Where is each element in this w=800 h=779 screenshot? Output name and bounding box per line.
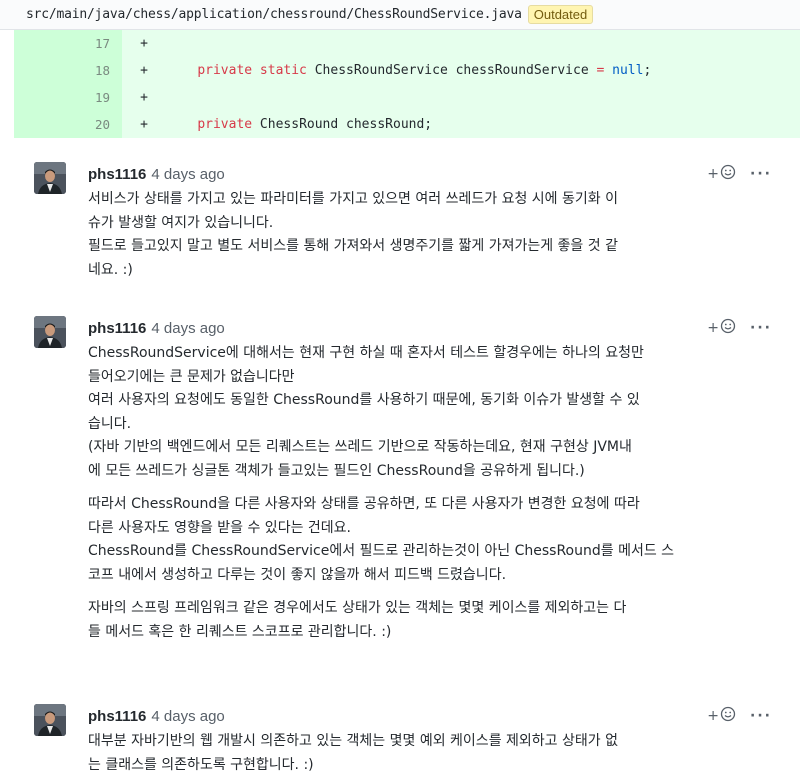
timestamp-link[interactable]: 4 days ago xyxy=(151,708,224,725)
added-marker: + xyxy=(140,63,148,78)
author-link[interactable]: phs1116 xyxy=(88,320,146,337)
added-marker: + xyxy=(140,117,148,132)
comment-body: 대부분 자바기반의 웹 개발시 의존하고 있는 객체는 몇몇 예외 케이스를 제… xyxy=(88,730,778,777)
code-token: null xyxy=(612,63,644,78)
diff-line: 20 + private ChessRound chessRound; xyxy=(14,111,800,138)
comment-actions: + ··· xyxy=(707,162,772,186)
more-options-button[interactable]: ··· xyxy=(750,166,772,182)
comment-body: ChessRoundService에 대해서는 현재 구현 하실 때 혼자서 테… xyxy=(88,342,778,644)
comment-header: phs1116 4 days ago xyxy=(88,704,225,728)
outdated-badge: Outdated xyxy=(527,5,594,24)
add-reaction-button[interactable]: + xyxy=(707,164,736,184)
code-token: ; xyxy=(643,63,652,78)
plus-label: + xyxy=(707,320,720,336)
diff-line: 19 + xyxy=(14,84,800,111)
code-token: private static xyxy=(197,63,307,78)
comment-paragraph: 자바의 스프링 프레임워크 같은 경우에서도 상태가 있는 객체는 몇몇 케이스… xyxy=(88,600,627,640)
avatar[interactable] xyxy=(34,316,66,348)
line-number[interactable]: 17 xyxy=(14,30,122,57)
author-link[interactable]: phs1116 xyxy=(88,708,146,725)
comment-paragraph: 따라서 ChessRound을 다른 사용자와 상태를 공유하면, 또 다른 사… xyxy=(88,496,675,583)
added-marker: + xyxy=(140,90,148,105)
timestamp-link[interactable]: 4 days ago xyxy=(151,320,224,337)
diff-line: 18 + private static ChessRoundService che… xyxy=(14,57,800,84)
comment-paragraph: 서비스가 상태를 가지고 있는 파라미터를 가지고 있으면 여러 쓰레드가 요청… xyxy=(88,191,618,278)
code-token: private xyxy=(197,117,253,132)
comment-actions: + ··· xyxy=(707,316,772,340)
smiley-icon xyxy=(720,318,736,338)
add-reaction-button[interactable]: + xyxy=(707,318,736,338)
comment-paragraph: 대부분 자바기반의 웹 개발시 의존하고 있는 객체는 몇몇 예외 케이스를 제… xyxy=(88,733,618,773)
comment-header: phs1116 4 days ago xyxy=(88,316,225,340)
line-number[interactable]: 19 xyxy=(14,84,122,111)
code-line: private static ChessRoundService chessRo… xyxy=(166,63,651,78)
comment-paragraph: ChessRoundService에 대해서는 현재 구현 하실 때 혼자서 테… xyxy=(88,345,644,479)
avatar[interactable] xyxy=(34,162,66,194)
code-line: private ChessRound chessRound; xyxy=(166,117,432,132)
avatar[interactable] xyxy=(34,704,66,736)
line-number[interactable]: 18 xyxy=(14,57,122,84)
comment-body: 서비스가 상태를 가지고 있는 파라미터를 가지고 있으면 여러 쓰레드가 요청… xyxy=(88,188,778,282)
more-options-button[interactable]: ··· xyxy=(750,708,772,724)
comment-actions: + ··· xyxy=(707,704,772,728)
file-path[interactable]: src/main/java/chess/application/chessrou… xyxy=(26,7,522,22)
smiley-icon xyxy=(720,164,736,184)
add-reaction-button[interactable]: + xyxy=(707,706,736,726)
code-token: ChessRoundService chessRoundService xyxy=(306,63,597,78)
more-options-button[interactable]: ··· xyxy=(750,320,772,336)
comment-header: phs1116 4 days ago xyxy=(88,162,225,186)
smiley-icon xyxy=(720,706,736,726)
code-token: ChessRound chessRound; xyxy=(252,117,433,132)
timestamp-link[interactable]: 4 days ago xyxy=(151,166,224,183)
author-link[interactable]: phs1116 xyxy=(88,166,146,183)
file-header: src/main/java/chess/application/chessrou… xyxy=(0,0,800,30)
plus-label: + xyxy=(707,166,720,182)
diff-hunk: 17 +18 + private static ChessRoundService … xyxy=(14,30,800,138)
line-number[interactable]: 20 xyxy=(14,111,122,138)
plus-label: + xyxy=(707,708,720,724)
diff-line: 17 + xyxy=(14,30,800,57)
added-marker: + xyxy=(140,36,148,51)
